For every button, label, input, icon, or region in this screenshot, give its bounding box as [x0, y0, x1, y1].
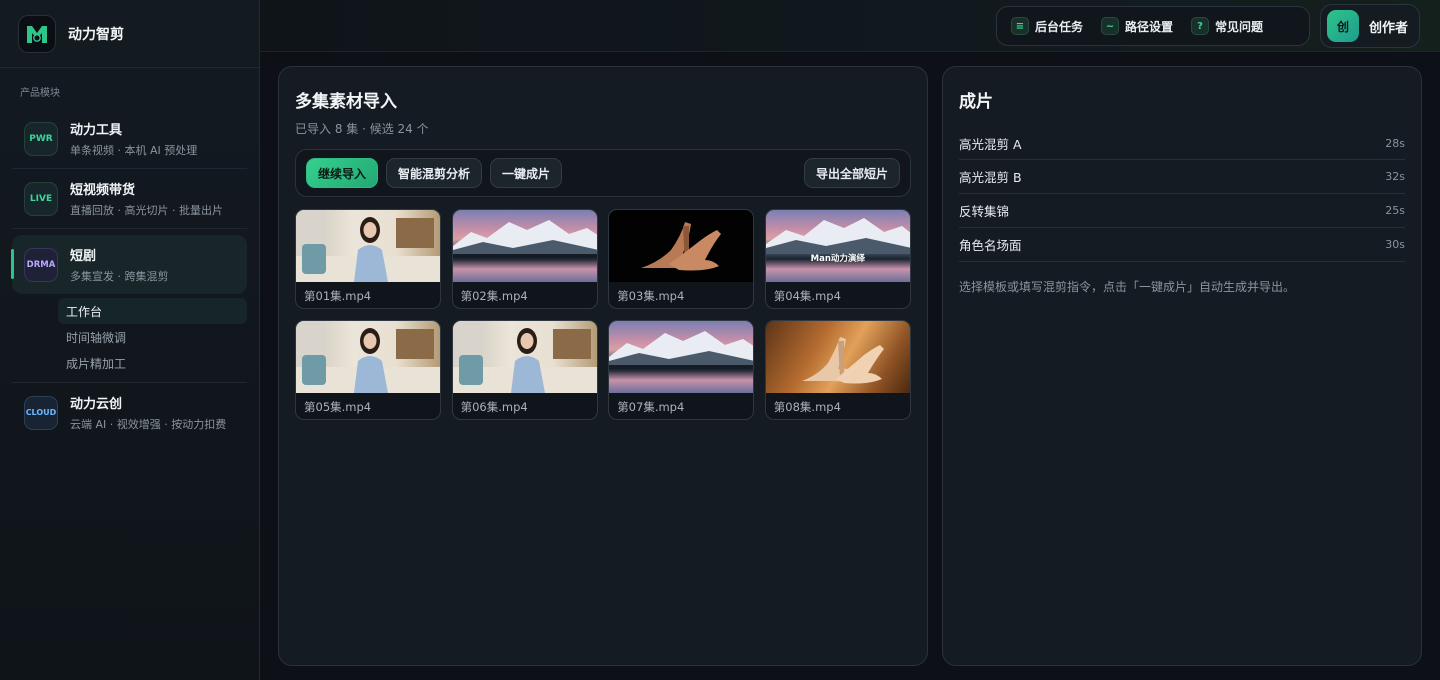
clip-card[interactable]: 第07集.mp4 — [608, 320, 755, 420]
faq-button[interactable]: ? 常见问题 — [1191, 17, 1263, 35]
output-duration: 28s — [1385, 137, 1405, 150]
subnav-item-refine[interactable]: 成片精加工 — [58, 350, 247, 376]
nav-group-subtitle: 直播回放 · 高光切片 · 批量出片 — [70, 204, 223, 217]
nav-group-title: 动力工具 — [70, 123, 123, 138]
clip-grid: 第01集.mp4 第02集.mp4 第03集.mp4 Man动力演绎 第04集.… — [295, 209, 911, 420]
nav-group-subtitle: 云端 AI · 视效增强 · 按动力扣费 — [70, 418, 227, 431]
section-title: 产品模块 — [20, 88, 60, 99]
clip-thumbnail — [296, 210, 440, 282]
brand-name: 动力智剪 — [68, 26, 124, 43]
panel-title: 成片 — [959, 92, 993, 112]
clip-label: 第03集.mp4 — [617, 289, 685, 303]
list-item[interactable]: 高光混剪 B 32s — [959, 160, 1405, 194]
output-name: 反转集锦 — [959, 204, 1010, 219]
brand-header: 动力智剪 — [0, 0, 259, 68]
nav-group-cloud[interactable]: CLOUD 动力云创 云端 AI · 视效增强 · 按动力扣费 — [12, 383, 247, 442]
output-hint: 选择模板或填写混剪指令，点击「一键成片」自动生成并导出。 — [959, 280, 1296, 294]
path-settings-button[interactable]: ~ 路径设置 — [1101, 17, 1173, 35]
clip-label: 第07集.mp4 — [617, 400, 685, 414]
pwr-badge-icon: PWR — [24, 121, 58, 156]
output-list: 高光混剪 A 28s 高光混剪 B 32s 反转集锦 25s 角色名场面 30s — [959, 128, 1405, 262]
output-name: 高光混剪 B — [959, 170, 1022, 185]
clip-card[interactable]: 第06集.mp4 — [451, 320, 598, 420]
action-label: 路径设置 — [1125, 19, 1174, 34]
top-actions: ≡ 后台任务 ~ 路径设置 ? 常见问题 — [996, 6, 1310, 46]
clip-thumbnail — [296, 321, 440, 393]
clip-thumbnail — [452, 321, 597, 393]
nav-group-title: 短剧 — [70, 249, 97, 264]
nav-group-subtitle: 多集宣发 · 跨集混剪 — [70, 270, 169, 283]
clip-label: 第05集.mp4 — [304, 400, 372, 414]
clip-thumbnail — [609, 210, 754, 282]
help-icon: ? — [1191, 17, 1210, 35]
user-name: 创作者 — [1369, 20, 1409, 36]
nav-group-title: 短视频带货 — [70, 183, 136, 198]
one-click-button[interactable]: 一键成片 — [490, 158, 563, 188]
clip-label: 第01集.mp4 — [304, 289, 372, 303]
nav-group-short-drama[interactable]: DRMA 短剧 多集宣发 · 跨集混剪 — [11, 235, 247, 294]
nav-group-title: 动力云创 — [70, 397, 123, 412]
nav-group-power-tools[interactable]: PWR 动力工具 单条视频 · 本机 AI 预处理 — [12, 109, 247, 168]
sidebar: 动力智剪 产品模块 PWR 动力工具 单条视频 · 本机 AI 预处理 LIVE… — [0, 0, 260, 680]
live-badge-icon: LIVE — [24, 181, 58, 216]
clip-thumbnail: Man动力演绎 — [765, 210, 910, 282]
clip-card[interactable]: 第05集.mp4 — [295, 320, 441, 420]
list-item[interactable]: 反转集锦 25s — [959, 194, 1405, 228]
user-menu[interactable]: 创 创作者 — [1320, 4, 1420, 48]
output-duration: 30s — [1385, 238, 1405, 251]
action-label: 常见问题 — [1215, 19, 1264, 34]
export-all-button[interactable]: 导出全部短片 — [803, 158, 900, 188]
output-panel: 成片 高光混剪 A 28s 高光混剪 B 32s 反转集锦 25s 角色名场面 … — [942, 66, 1422, 666]
panel-title: 多集素材导入 — [295, 92, 397, 112]
clip-card[interactable]: 第08集.mp4 — [764, 320, 911, 420]
smart-analysis-button[interactable]: 智能混剪分析 — [386, 158, 483, 188]
subnav: 工作台 时间轴微调 成片精加工 — [58, 298, 247, 376]
clip-label: 第04集.mp4 — [773, 289, 841, 303]
clip-overlay-text: Man动力演绎 — [810, 254, 865, 264]
nav-group-subtitle: 单条视频 · 本机 AI 预处理 — [70, 144, 198, 157]
output-duration: 25s — [1385, 204, 1405, 217]
clip-label: 第06集.mp4 — [460, 400, 528, 414]
output-duration: 32s — [1385, 170, 1405, 183]
cloud-badge-icon: CLOUD — [24, 395, 58, 430]
import-toolbar: 继续导入 智能混剪分析 一键成片 导出全部短片 — [295, 149, 911, 197]
avatar: 创 — [1327, 10, 1359, 42]
drma-badge-icon: DRMA — [24, 247, 58, 282]
background-tasks-button[interactable]: ≡ 后台任务 — [1011, 17, 1083, 35]
clip-card[interactable]: 第01集.mp4 — [295, 209, 441, 309]
action-label: 后台任务 — [1035, 19, 1084, 34]
topbar: ≡ 后台任务 ~ 路径设置 ? 常见问题 创 创作者 — [260, 0, 1440, 52]
clip-card[interactable]: 第03集.mp4 — [608, 209, 755, 309]
clip-thumbnail — [765, 321, 910, 393]
panel-subtitle: 已导入 8 集 · 候选 24 个 — [295, 122, 429, 136]
list-icon: ≡ — [1011, 17, 1029, 35]
list-item[interactable]: 角色名场面 30s — [959, 228, 1405, 262]
subnav-item-workbench[interactable]: 工作台 — [58, 298, 247, 324]
clip-label: 第02集.mp4 — [460, 289, 528, 303]
list-item[interactable]: 高光混剪 A 28s — [959, 128, 1405, 160]
continue-import-button[interactable]: 继续导入 — [306, 158, 379, 188]
nav-divider — [12, 228, 247, 229]
nav-group-live-commerce[interactable]: LIVE 短视频带货 直播回放 · 高光切片 · 批量出片 — [12, 169, 247, 228]
clip-card[interactable]: Man动力演绎 第04集.mp4 — [764, 209, 911, 309]
subnav-item-timeline[interactable]: 时间轴微调 — [58, 324, 247, 350]
clip-label: 第08集.mp4 — [773, 400, 841, 414]
clip-card[interactable]: 第02集.mp4 — [451, 209, 598, 309]
brand-logo-icon[interactable] — [18, 14, 56, 53]
output-name: 角色名场面 — [959, 238, 1022, 253]
import-panel: 多集素材导入 已导入 8 集 · 候选 24 个 继续导入 智能混剪分析 一键成… — [278, 66, 928, 666]
clip-thumbnail — [452, 210, 597, 282]
output-name: 高光混剪 A — [959, 137, 1022, 152]
clip-thumbnail — [609, 321, 754, 393]
path-icon: ~ — [1101, 17, 1120, 35]
